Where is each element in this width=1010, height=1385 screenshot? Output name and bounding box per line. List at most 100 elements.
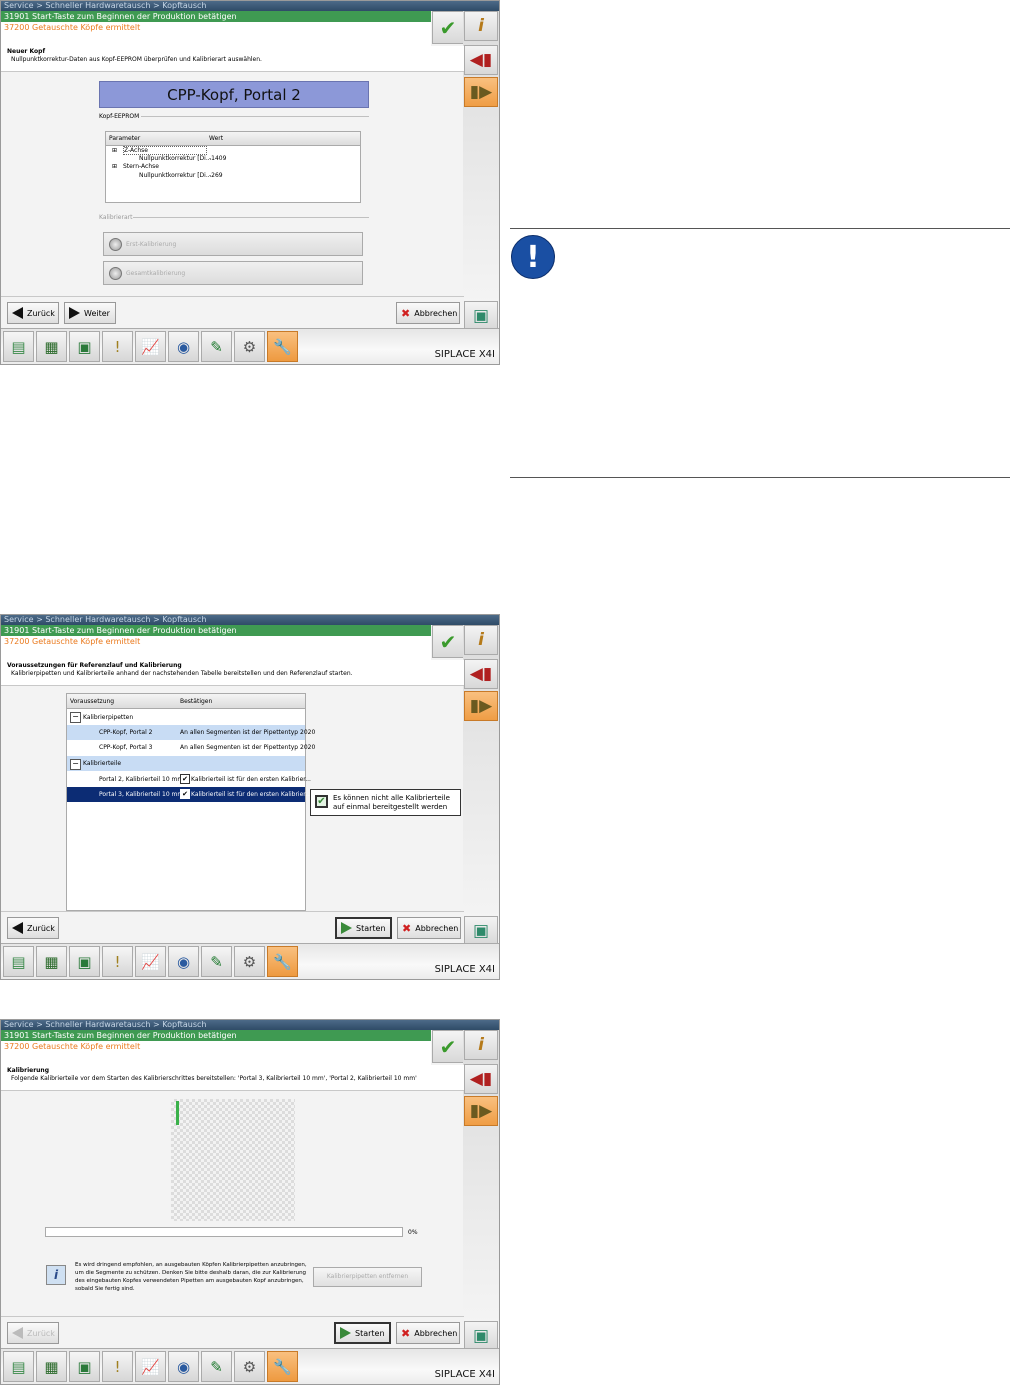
taskbar-chart-button[interactable]: 📈 (135, 331, 166, 362)
taskbar-board-button[interactable]: ▣ (69, 1351, 100, 1382)
table-row[interactable]: − Kalibrierpipetten (67, 709, 305, 725)
info-badge: i (46, 1265, 66, 1285)
taskbar-camera-button[interactable]: ◉ (168, 1351, 199, 1382)
screen-next-button[interactable]: ▣ (464, 916, 498, 946)
taskbar-grid-button[interactable]: ▦ (36, 946, 67, 977)
head-remove-button[interactable]: ◀▮ (464, 1064, 498, 1094)
back-button[interactable]: Zurück (7, 302, 59, 324)
radio-first-calibration[interactable]: Erst-Kalibrierung (103, 232, 363, 256)
screen-next-button[interactable]: ▣ (464, 301, 498, 331)
info-icon: i (478, 630, 484, 650)
taskbar-grid-button[interactable]: ▦ (36, 331, 67, 362)
step-title: Voraussetzungen für Referenzlauf und Kal… (7, 662, 182, 669)
cancel-button[interactable]: ✖ Abbrechen (397, 917, 461, 939)
confirm-button[interactable]: ✔ (432, 11, 464, 44)
radio-circle[interactable] (109, 267, 122, 280)
taskbar-book-button[interactable]: ▤ (3, 1351, 34, 1382)
taskbar-chart-button[interactable]: 📈 (135, 1351, 166, 1382)
taskbar-pen-button[interactable]: ✎ (201, 1351, 232, 1382)
confirm-button[interactable]: ✔ (432, 625, 464, 658)
cancel-label: Abbrechen (414, 308, 458, 318)
collapse-icon[interactable]: − (70, 712, 81, 723)
calibration-group-label: Kalibrierart (99, 214, 133, 221)
arrow-left-icon (12, 922, 23, 934)
head-install-button[interactable]: ▮▶ (464, 1096, 498, 1126)
taskbar-camera-button[interactable]: ◉ (168, 331, 199, 362)
cancel-button[interactable]: ✖ Abbrechen (396, 1322, 460, 1344)
back-button[interactable]: Zurück (7, 1322, 59, 1344)
info-button[interactable]: i (464, 1030, 498, 1060)
info-button[interactable]: i (464, 625, 498, 655)
head-remove-button[interactable]: ◀▮ (464, 45, 498, 75)
close-icon: ✖ (402, 921, 412, 935)
close-icon: ✖ (401, 306, 411, 320)
table-row[interactable]: ⊞ Stern-Achse (106, 163, 360, 172)
expand-icon[interactable]: ⊞ (112, 147, 117, 154)
remove-pipettes-button[interactable]: Kalibrierpipetten entfernen (313, 1267, 422, 1287)
screenshot-1: Service > Schneller Hardwaretausch > Kop… (0, 0, 500, 365)
head-remove-button[interactable]: ◀▮ (464, 659, 498, 689)
arrow-left-icon (12, 307, 23, 319)
confirm-button[interactable]: ✔ (432, 1030, 464, 1063)
collapse-icon[interactable]: − (70, 759, 81, 770)
taskbar-service-button[interactable]: 🔧 (267, 1351, 298, 1382)
cancel-button[interactable]: ✖ Abbrechen (396, 302, 460, 324)
table-row[interactable]: Portal 3, Kalibrierteil 10 mm ✔ Kalibrie… (67, 787, 311, 802)
taskbar-gears-button[interactable]: ⚙ (234, 331, 265, 362)
info-button[interactable]: i (464, 11, 498, 41)
row-value: Kalibrierteil ist für den ersten Kalibri… (191, 791, 311, 798)
taskbar-board-button[interactable]: ▣ (69, 946, 100, 977)
taskbar-book-button[interactable]: ▤ (3, 331, 34, 362)
taskbar-grid-button[interactable]: ▦ (36, 1351, 67, 1382)
table-row[interactable]: − Kalibrierteile (67, 756, 305, 771)
taskbar-gears-button[interactable]: ⚙ (234, 946, 265, 977)
head-remove-icon: ◀▮ (469, 1069, 493, 1089)
back-label: Zurück (27, 308, 55, 318)
screen-next-button[interactable]: ▣ (464, 1321, 498, 1351)
head-install-button[interactable]: ▮▶ (464, 691, 498, 721)
table-row[interactable]: Portal 2, Kalibrierteil 10 mm ✔ Kalibrie… (67, 771, 311, 787)
head-install-button[interactable]: ▮▶ (464, 77, 498, 107)
checkbox-checked-icon[interactable]: ✔ (315, 795, 328, 808)
table-row[interactable]: ⊞ Z-Achse (106, 146, 360, 155)
taskbar-book-button[interactable]: ▤ (3, 946, 34, 977)
table-header: Voraussetzung Bestätigen (67, 694, 305, 709)
expand-icon[interactable]: ⊞ (112, 163, 117, 170)
step-header: Kalibrierung Folgende Kalibrierteile vor… (1, 1065, 464, 1091)
start-button[interactable]: Starten (334, 1322, 391, 1344)
table-row[interactable]: CPP-Kopf, Portal 3 An allen Segmenten is… (67, 740, 315, 756)
confirm-checkbox[interactable]: ✔ (180, 789, 190, 799)
taskbar-pen-button[interactable]: ✎ (201, 331, 232, 362)
row-label: Nullpunktkorrektur [Di... (139, 172, 212, 179)
taskbar-service-button[interactable]: 🔧 (267, 331, 298, 362)
step-description: Nullpunktkorrektur-Daten aus Kopf-EEPROM… (11, 56, 262, 63)
taskbar-service-button[interactable]: 🔧 (267, 946, 298, 977)
radio-label: Gesamtkalibrierung (126, 270, 186, 277)
navigation-bar: Zurück Starten ✖ Abbrechen (1, 1316, 464, 1347)
start-button[interactable]: Starten (335, 917, 392, 939)
taskbar-board-button[interactable]: ▣ (69, 331, 100, 362)
step-header: Voraussetzungen für Referenzlauf und Kal… (1, 660, 464, 686)
back-button[interactable]: Zurück (7, 917, 59, 939)
taskbar: ▤ ▦ ▣ ! 📈 ◉ ✎ ⚙ 🔧 SIPLACE X4I (1, 328, 499, 364)
pen-icon: ✎ (210, 1357, 223, 1376)
taskbar-camera-button[interactable]: ◉ (168, 946, 199, 977)
confirm-checkbox[interactable]: ✔ (180, 774, 190, 784)
radio-circle[interactable] (109, 238, 122, 251)
taskbar-warning-button[interactable]: ! (102, 1351, 133, 1382)
progress-label: 0% (408, 1229, 418, 1236)
taskbar-chart-button[interactable]: 📈 (135, 946, 166, 977)
table-row[interactable]: Nullpunktkorrektur [Di... -1409 (106, 155, 360, 163)
taskbar-pen-button[interactable]: ✎ (201, 946, 232, 977)
taskbar-warning-button[interactable]: ! (102, 946, 133, 977)
table-row[interactable]: Nullpunktkorrektur [Di... -269 (106, 172, 360, 180)
navigation-bar: Zurück Weiter ✖ Abbrechen (1, 296, 464, 327)
partial-provide-checkbox-panel[interactable]: ✔ Es können nicht alle Kalibrierteile au… (310, 789, 461, 816)
taskbar-gears-button[interactable]: ⚙ (234, 1351, 265, 1382)
head-title: CPP-Kopf, Portal 2 (167, 86, 301, 104)
table-row[interactable]: CPP-Kopf, Portal 2 An allen Segmenten is… (67, 725, 315, 740)
next-button[interactable]: Weiter (64, 302, 116, 324)
play-icon (341, 922, 352, 934)
taskbar-warning-button[interactable]: ! (102, 331, 133, 362)
radio-full-calibration[interactable]: Gesamtkalibrierung (103, 261, 363, 285)
